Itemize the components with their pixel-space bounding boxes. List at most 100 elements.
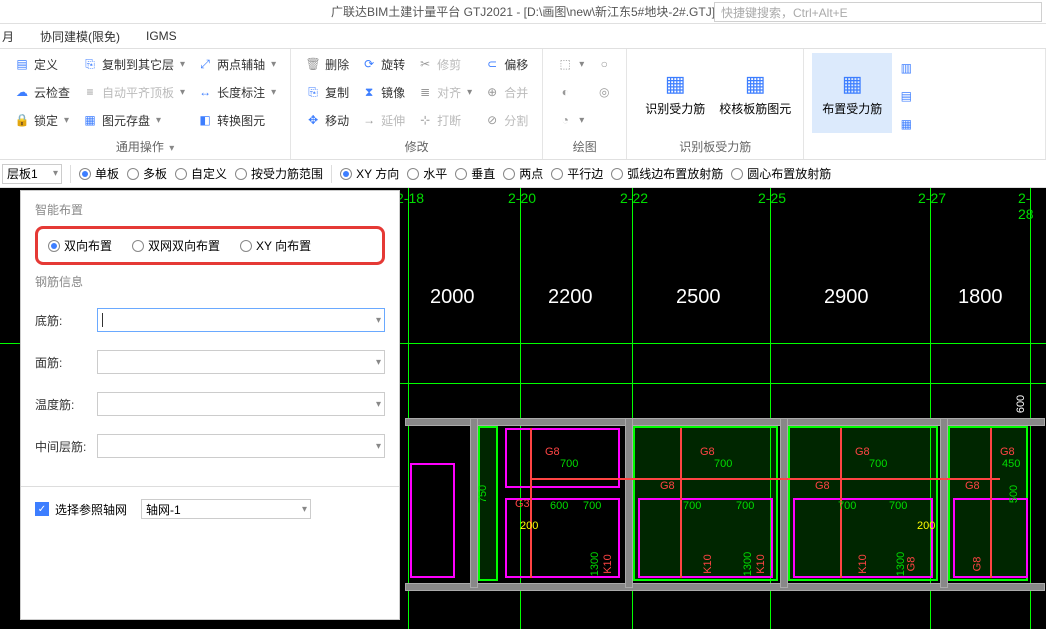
grid-icon: ▦	[898, 116, 914, 132]
extra-tool[interactable]: ▤	[898, 85, 914, 107]
dim-text: 200	[917, 520, 935, 532]
menu-igms[interactable]: IGMS	[146, 29, 177, 43]
axis-label: 2-22	[620, 190, 648, 206]
define-icon: ▤	[14, 56, 30, 72]
ribbon-group-general: ▤定义 ☁云检查 🔒锁定▾ ⎘复制到其它层▾ ≡自动平齐顶板▾ ▦图元存盘▾ ⤢…	[0, 49, 291, 159]
rebar-label: G8	[1000, 446, 1015, 458]
mirror-button[interactable]: ⧗镜像	[361, 81, 405, 103]
copy-layer-icon: ⎘	[82, 56, 98, 72]
axis-icon: ⤢	[197, 56, 213, 72]
radio-single[interactable]: 单板	[79, 165, 119, 182]
level-icon: ≡	[82, 84, 98, 100]
radio-arc[interactable]: 弧线边布置放射筋	[611, 165, 723, 182]
menu-item[interactable]: 月	[2, 28, 14, 45]
rotate-button[interactable]: ⟳旋转	[361, 53, 405, 75]
draw-tool: ○	[596, 53, 612, 75]
rebar-label: G8	[855, 446, 870, 458]
recognize-rebar-button[interactable]: ▦识别受力筋	[635, 53, 715, 133]
radio-parallel[interactable]: 平行边	[551, 165, 603, 182]
bottom-rebar-input[interactable]	[97, 308, 385, 332]
autolevel-button: ≡自动平齐顶板▾	[82, 81, 185, 103]
extend-button: →延伸	[361, 109, 405, 131]
group-label: 修改	[299, 134, 534, 159]
radio-doublemesh[interactable]: 双网双向布置	[132, 237, 220, 254]
grid-icon: ▤	[898, 88, 914, 104]
copy-layer-button[interactable]: ⎘复制到其它层▾	[82, 53, 185, 75]
radio-xy-layout[interactable]: XY 向布置	[240, 237, 311, 254]
draw-tool: ◎	[596, 81, 612, 103]
draw-tool: ⬚▾	[557, 53, 584, 75]
radio-bidirectional[interactable]: 双向布置	[48, 237, 112, 254]
temp-rebar-input[interactable]	[97, 392, 385, 416]
dim-text: 700	[583, 500, 601, 512]
lock-button[interactable]: 🔒锁定▾	[14, 109, 70, 131]
convert-button[interactable]: ◧转换图元	[197, 109, 276, 131]
cloud-check-button[interactable]: ☁云检查	[14, 81, 70, 103]
rebar-label: G8	[545, 446, 560, 458]
extra-tool[interactable]: ▦	[898, 113, 914, 135]
define-button[interactable]: ▤定义	[14, 53, 70, 75]
mid-rebar-input[interactable]	[97, 434, 385, 458]
shape-icon: ◐	[557, 84, 573, 100]
dim-text: 700	[714, 458, 732, 470]
dim-text: 1300	[742, 552, 754, 576]
shape-icon: ◔	[557, 112, 573, 128]
disk-icon: ▦	[82, 112, 98, 128]
copy-icon: ⎘	[305, 84, 321, 100]
dim-icon: ↔	[197, 84, 213, 100]
menu-collab[interactable]: 协同建模(限免)	[40, 28, 120, 45]
split-button: ⊘分割	[484, 109, 528, 131]
copy-button[interactable]: ⎘复制	[305, 81, 349, 103]
radio-multi[interactable]: 多板	[127, 165, 167, 182]
ribbon-group-modify: 🗑删除 ⎘复制 ✥移动 ⟳旋转 ⧗镜像 →延伸 ✂修剪 ≣对齐▾ ⊹打断 ⊂偏移…	[291, 49, 543, 159]
radio-horiz[interactable]: 水平	[407, 165, 447, 182]
shape-icon: ◎	[596, 84, 612, 100]
field-label: 温度筋:	[35, 396, 97, 413]
rebar-label: G8	[700, 446, 715, 458]
ribbon: ▤定义 ☁云检查 🔒锁定▾ ⎘复制到其它层▾ ≡自动平齐顶板▾ ▦图元存盘▾ ⤢…	[0, 48, 1046, 160]
rebar-label: K10	[755, 554, 767, 574]
axis-label: 2-20	[508, 190, 536, 206]
ribbon-group-recognize: ▦识别受力筋 ▦校核板筋图元 识别板受力筋	[627, 49, 804, 159]
lock-icon: 🔒	[14, 112, 30, 128]
rotate-icon: ⟳	[361, 56, 377, 72]
extend-icon: →	[361, 112, 377, 128]
group-label: 通用操作 ▾	[8, 134, 282, 159]
twopoint-axis-button[interactable]: ⤢两点辅轴▾	[197, 53, 276, 75]
radio-center[interactable]: 圆心布置放射筋	[731, 165, 831, 182]
merge-icon: ⊕	[484, 84, 500, 100]
radio-vert[interactable]: 垂直	[455, 165, 495, 182]
delete-button[interactable]: 🗑删除	[305, 53, 349, 75]
dim-text: 600	[1015, 395, 1027, 413]
rebar-label: G3	[515, 498, 530, 510]
titlebar: 广联达BIM土建计量平台 GTJ2021 - [D:\画图\new\新江东5#地…	[0, 0, 1046, 24]
delete-icon: 🗑	[305, 56, 321, 72]
ref-grid-checkbox[interactable]: ✓选择参照轴网	[35, 501, 127, 518]
dim-text: 500	[1008, 485, 1020, 503]
trim-icon: ✂	[417, 56, 433, 72]
layer-combo[interactable]: 层板1	[2, 164, 62, 184]
radio-custom[interactable]: 自定义	[175, 165, 227, 182]
axis-label: 2-18	[396, 190, 424, 206]
offset-button[interactable]: ⊂偏移	[484, 53, 528, 75]
top-rebar-input[interactable]	[97, 350, 385, 374]
radio-xy[interactable]: XY 方向	[340, 165, 399, 182]
rebar-label: G8	[971, 557, 983, 572]
check-rebar-button[interactable]: ▦校核板筋图元	[715, 53, 795, 133]
grid-combo[interactable]: 轴网-1	[141, 499, 311, 519]
group-label: 识别板受力筋	[635, 134, 795, 159]
layout-rebar-button[interactable]: ▦布置受力筋	[812, 53, 892, 133]
dim-text: 600	[550, 500, 568, 512]
check-grid-icon: ▦	[741, 70, 769, 98]
axis-label: 2-28	[1018, 190, 1046, 222]
length-dim-button[interactable]: ↔长度标注▾	[197, 81, 276, 103]
radio-range[interactable]: 按受力筋范围	[235, 165, 323, 182]
break-button: ⊹打断	[417, 109, 472, 131]
extra-tool[interactable]: ▥	[898, 57, 914, 79]
savefig-button[interactable]: ▦图元存盘▾	[82, 109, 185, 131]
dim-text: 700	[838, 500, 856, 512]
radio-2pt[interactable]: 两点	[503, 165, 543, 182]
rebar-label: K10	[857, 554, 869, 574]
search-input[interactable]: 快捷键搜索，Ctrl+Alt+E	[714, 2, 1042, 22]
move-button[interactable]: ✥移动	[305, 109, 349, 131]
